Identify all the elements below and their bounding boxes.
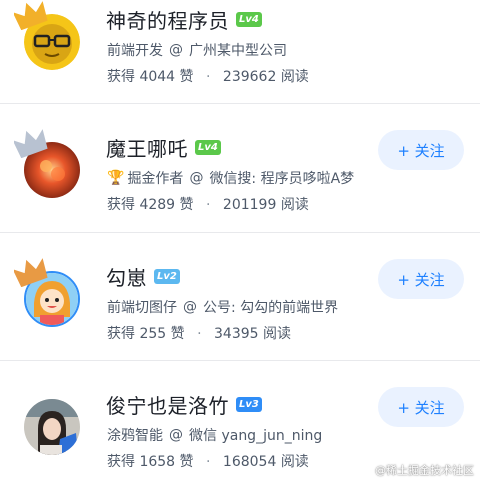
- user-stats: 获得 4044 赞 · 239662 阅读: [107, 66, 309, 86]
- avatar-group[interactable]: [14, 128, 86, 200]
- level-badge: Lv4: [195, 139, 221, 155]
- likes-count: 255: [139, 326, 167, 342]
- likes-unit: 赞: [179, 197, 194, 213]
- user-stats: 获得 255 赞 · 34395 阅读: [107, 323, 291, 343]
- reads-count: 239662: [222, 69, 277, 85]
- user-description: 涂鸦智能 @ 微信 yang_jun_ning: [107, 425, 322, 445]
- user-card[interactable]: 魔王哪吒 Lv4 🏆 掘金作者 @ 微信搜: 程序员哆啦A梦 获得 4289 赞…: [0, 104, 480, 232]
- user-stats: 获得 1658 赞 · 168054 阅读: [107, 451, 309, 471]
- avatar-group[interactable]: [14, 0, 86, 72]
- job-title: 前端切图仔: [107, 300, 177, 316]
- reads-unit: 阅读: [280, 69, 309, 85]
- likes-unit: 赞: [179, 69, 194, 85]
- avatar[interactable]: [24, 399, 80, 455]
- at-separator: @: [183, 299, 197, 315]
- level-badge: Lv4: [236, 11, 262, 27]
- likes-label: 获得: [107, 454, 135, 470]
- reads-count: 34395: [214, 326, 259, 342]
- likes-count: 1658: [139, 454, 176, 470]
- company: 广州某中型公司: [189, 43, 287, 59]
- likes-count: 4044: [139, 69, 176, 85]
- job-title: 前端开发: [107, 43, 163, 59]
- level-badge: Lv3: [236, 396, 262, 412]
- avatar-group[interactable]: [14, 385, 86, 457]
- stat-separator: ·: [206, 69, 211, 85]
- follow-button[interactable]: + 关注: [378, 259, 464, 299]
- stat-separator: ·: [206, 454, 211, 470]
- crown-bronze-icon: [14, 258, 48, 287]
- user-card[interactable]: 神奇的程序员 Lv4 前端开发 @ 广州某中型公司 获得 4044 赞 · 23…: [0, 0, 480, 104]
- likes-label: 获得: [107, 197, 135, 213]
- reads-count: 201199: [222, 197, 277, 213]
- company: 微信 yang_jun_ning: [189, 428, 323, 444]
- reads-count: 168054: [222, 454, 277, 470]
- level-badge: Lv2: [154, 268, 180, 284]
- reads-unit: 阅读: [280, 197, 309, 213]
- likes-count: 4289: [139, 197, 176, 213]
- stat-separator: ·: [197, 326, 202, 342]
- at-separator: @: [169, 42, 183, 58]
- at-separator: @: [169, 427, 183, 443]
- follow-button[interactable]: + 关注: [378, 130, 464, 170]
- job-title: 涂鸦智能: [107, 428, 163, 444]
- avatar-group[interactable]: [14, 257, 86, 329]
- user-name[interactable]: 神奇的程序员: [106, 5, 229, 34]
- user-description: 前端开发 @ 广州某中型公司: [107, 40, 287, 60]
- user-description: 🏆 掘金作者 @ 微信搜: 程序员哆啦A梦: [107, 168, 354, 188]
- likes-unit: 赞: [179, 454, 194, 470]
- likes-label: 获得: [107, 69, 135, 85]
- job-title: 掘金作者: [127, 171, 184, 187]
- trophy-icon: 🏆: [107, 170, 125, 186]
- reads-unit: 阅读: [263, 326, 291, 342]
- likes-label: 获得: [107, 326, 135, 342]
- user-card[interactable]: 勾崽 Lv2 前端切图仔 @ 公号: 勾勾的前端世界 获得 255 赞 · 34…: [0, 233, 480, 361]
- company: 微信搜: 程序员哆啦A梦: [209, 171, 355, 187]
- crown-gold-icon: [14, 1, 48, 30]
- watermark: @稀土掘金技术社区: [375, 464, 474, 477]
- at-separator: @: [189, 170, 204, 186]
- user-name[interactable]: 勾崽: [106, 262, 147, 291]
- user-description: 前端切图仔 @ 公号: 勾勾的前端世界: [107, 297, 338, 317]
- user-stats: 获得 4289 赞 · 201199 阅读: [107, 194, 309, 214]
- follow-button[interactable]: + 关注: [378, 387, 464, 427]
- likes-unit: 赞: [170, 326, 185, 342]
- user-name[interactable]: 魔王哪吒: [106, 133, 188, 162]
- stat-separator: ·: [206, 197, 211, 213]
- user-name[interactable]: 俊宁也是洛竹: [106, 390, 229, 419]
- crown-silver-icon: [14, 129, 48, 158]
- reads-unit: 阅读: [280, 454, 309, 470]
- company: 公号: 勾勾的前端世界: [203, 300, 339, 316]
